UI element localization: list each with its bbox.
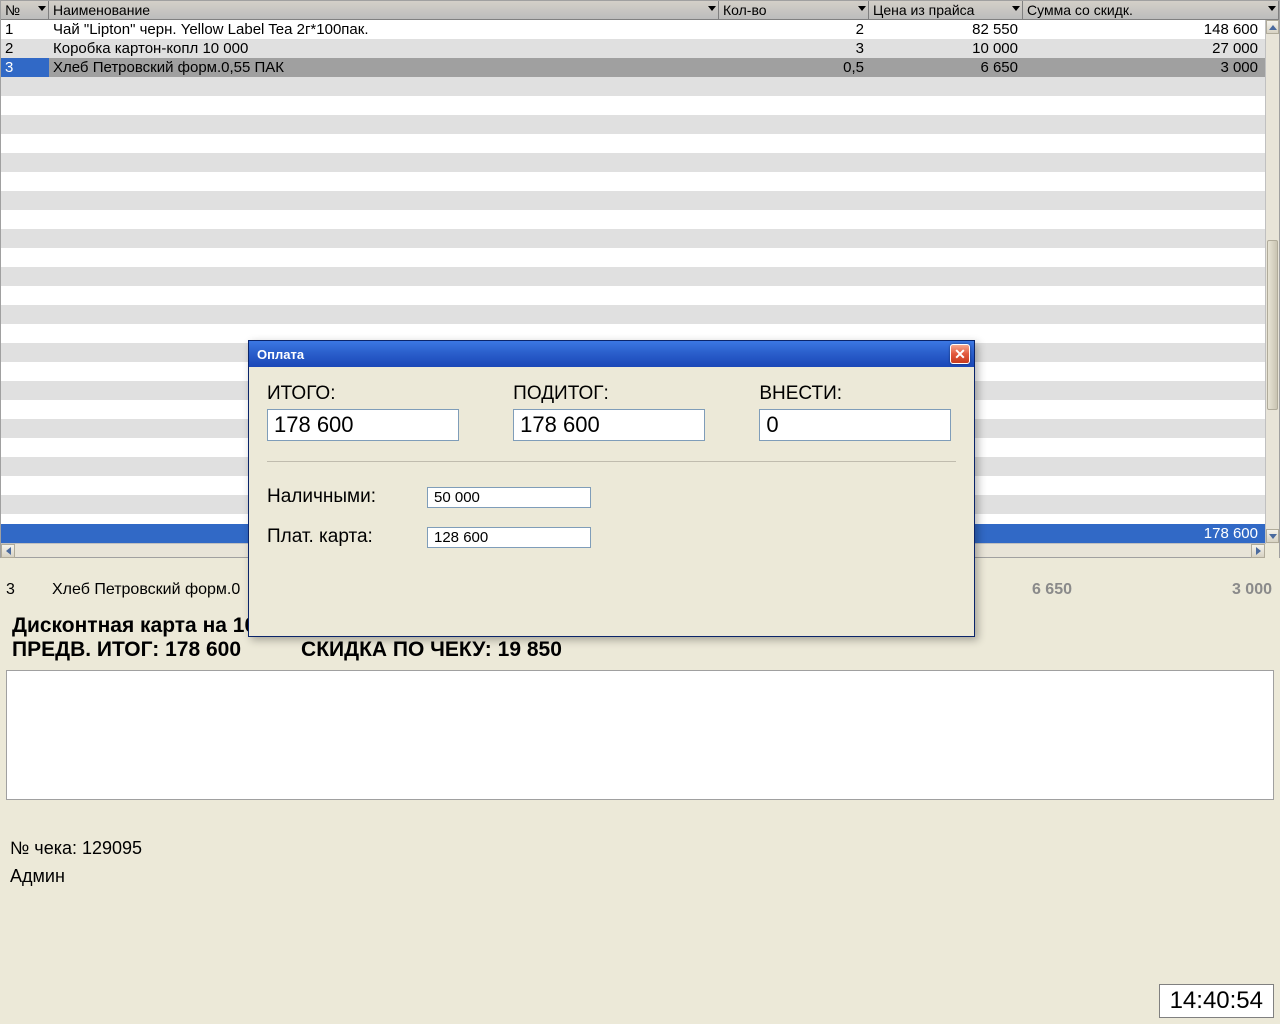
close-button[interactable]: ✕: [950, 344, 970, 364]
dropdown-icon: [1268, 6, 1276, 11]
discount-value: 19 850: [498, 638, 562, 661]
table-row[interactable]: 1Чай "Lipton" черн. Yellow Label Tea 2г*…: [1, 20, 1265, 39]
header-sum[interactable]: Сумма со скидк.: [1023, 1, 1279, 19]
cell-name: Чай "Lipton" черн. Yellow Label Tea 2г*1…: [49, 20, 719, 39]
receipt-label: № чека:: [10, 838, 77, 858]
header-price[interactable]: Цена из прайса: [869, 1, 1023, 19]
header-num-label: №: [5, 2, 20, 18]
dropdown-icon: [1012, 6, 1020, 11]
cash-label: Наличными:: [267, 486, 427, 508]
poditog-label: ПОДИТОГ:: [513, 383, 739, 405]
pre-total-value: 178 600: [165, 638, 241, 661]
header-qty-label: Кол-во: [723, 2, 767, 18]
header-sum-label: Сумма со скидк.: [1027, 2, 1133, 18]
cell-sum: 27 000: [1023, 39, 1265, 58]
header-name[interactable]: Наименование: [49, 1, 719, 19]
grand-total: 178 600: [1023, 524, 1265, 543]
table-row[interactable]: 3Хлеб Петровский форм.0,55 ПАК0,56 6503 …: [1, 58, 1265, 77]
itogo-value[interactable]: 178 600: [267, 409, 459, 441]
receipt-number: 129095: [82, 838, 142, 858]
cell-num: 2: [1, 39, 49, 58]
cell-sum: 3 000: [1023, 58, 1265, 77]
table-row[interactable]: 2Коробка картон-копл 10 000310 00027 000: [1, 39, 1265, 58]
current-num: 3: [0, 581, 48, 599]
message-panel: [6, 670, 1274, 800]
bottom-info: № чека: 129095 Админ: [10, 834, 142, 890]
header-name-label: Наименование: [53, 2, 150, 18]
dropdown-icon: [858, 6, 866, 11]
scrollbar-corner: [1265, 544, 1279, 558]
scroll-left-icon[interactable]: [1, 544, 15, 558]
payment-dialog: Оплата ✕ ИТОГО: 178 600 ПОДИТОГ: 178 600…: [248, 340, 975, 637]
scroll-right-icon[interactable]: [1251, 544, 1265, 558]
cell-qty: 3: [719, 39, 869, 58]
header-qty[interactable]: Кол-во: [719, 1, 869, 19]
vertical-scrollbar[interactable]: [1265, 20, 1279, 557]
dropdown-icon: [38, 6, 46, 11]
current-sum: 3 000: [1080, 581, 1280, 599]
receipt-line: № чека: 129095: [10, 834, 142, 862]
cell-qty: 2: [719, 20, 869, 39]
header-num[interactable]: №: [1, 1, 49, 19]
table-header-row: № Наименование Кол-во Цена из прайса Сум…: [1, 1, 1279, 20]
dialog-body: ИТОГО: 178 600 ПОДИТОГ: 178 600 ВНЕСТИ: …: [249, 367, 974, 582]
cash-input[interactable]: 50 000: [427, 487, 591, 508]
dialog-titlebar[interactable]: Оплата ✕: [249, 341, 974, 367]
user-line: Админ: [10, 862, 142, 890]
poditog-value[interactable]: 178 600: [513, 409, 705, 441]
vnesti-value[interactable]: 0: [759, 409, 951, 441]
cell-name: Хлеб Петровский форм.0,55 ПАК: [49, 58, 719, 77]
cell-sum: 148 600: [1023, 20, 1265, 39]
cell-qty: 0,5: [719, 58, 869, 77]
cell-price: 82 550: [869, 20, 1023, 39]
dropdown-icon: [708, 6, 716, 11]
itogo-label: ИТОГО:: [267, 383, 493, 405]
cell-num: 3: [1, 58, 49, 77]
scroll-down-icon[interactable]: [1266, 529, 1279, 543]
vnesti-label: ВНЕСТИ:: [759, 383, 956, 405]
cell-num: 1: [1, 20, 49, 39]
pre-total-label: ПРЕДВ. ИТОГ:: [12, 638, 159, 661]
clock: 14:40:54: [1159, 984, 1274, 1018]
pre-total-line: ПРЕДВ. ИТОГ: 178 600: [12, 638, 241, 662]
cell-name: Коробка картон-копл 10 000: [49, 39, 719, 58]
scroll-up-icon[interactable]: [1266, 20, 1279, 34]
close-icon: ✕: [954, 346, 966, 363]
scrollbar-thumb[interactable]: [1267, 240, 1278, 410]
dialog-title: Оплата: [257, 347, 950, 362]
card-label: Плат. карта:: [267, 526, 427, 548]
cell-price: 10 000: [869, 39, 1023, 58]
card-input[interactable]: 128 600: [427, 527, 591, 548]
discount-line: СКИДКА ПО ЧЕКУ: 19 850: [301, 638, 562, 662]
header-price-label: Цена из прайса: [873, 2, 974, 18]
cell-price: 6 650: [869, 58, 1023, 77]
discount-label: СКИДКА ПО ЧЕКУ:: [301, 638, 492, 661]
